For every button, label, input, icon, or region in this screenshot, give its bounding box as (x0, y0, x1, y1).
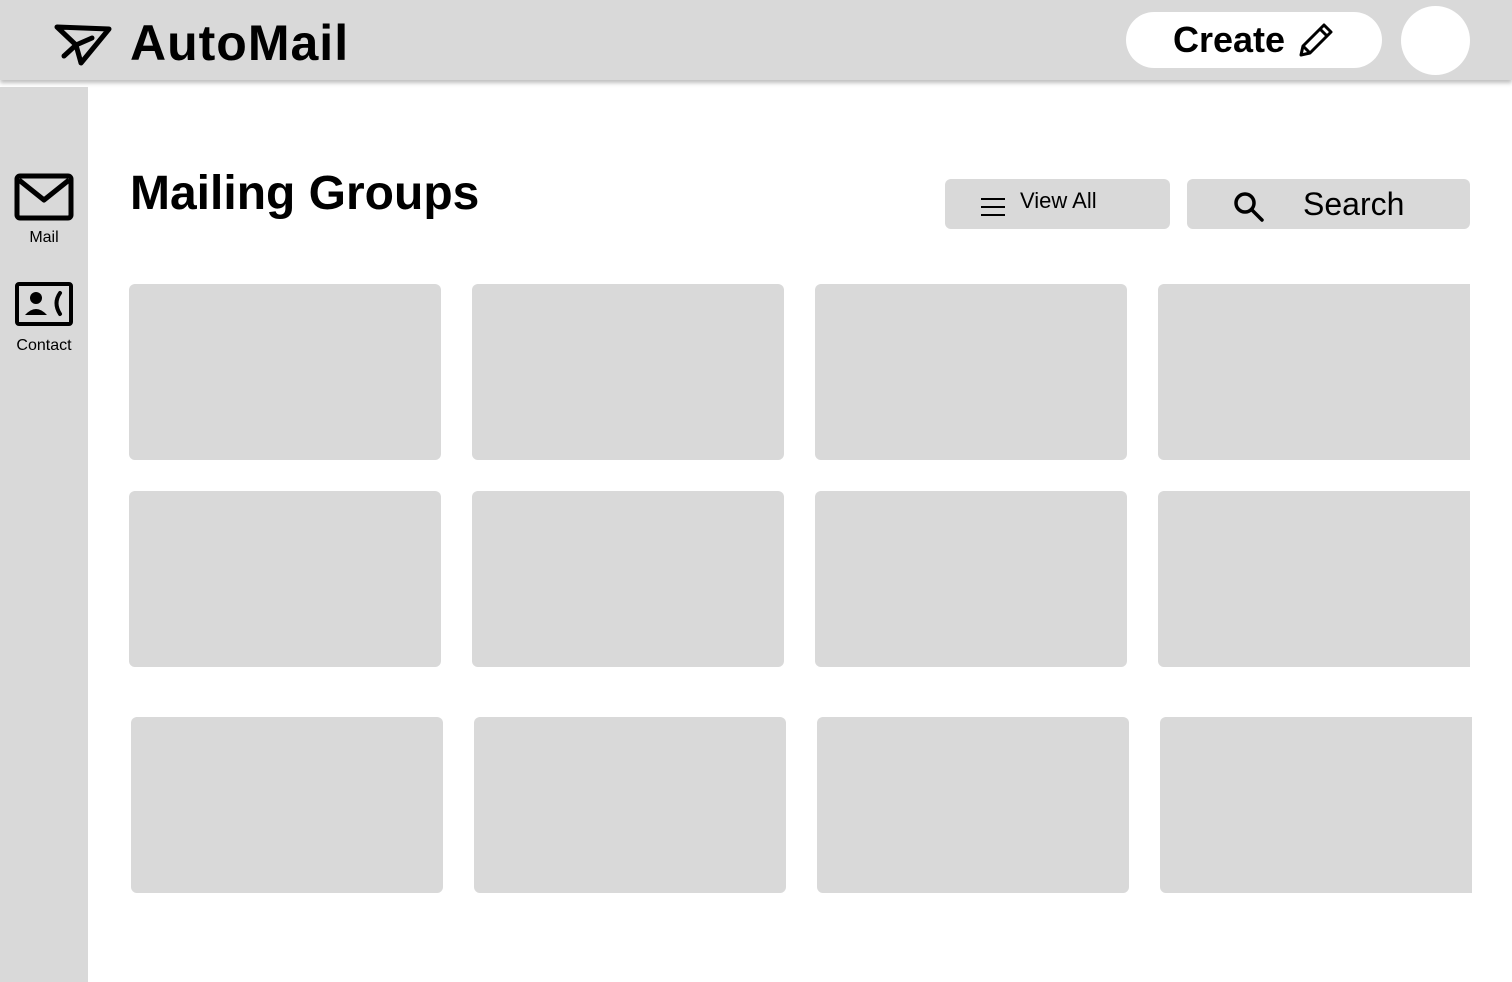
search-input[interactable]: Search (1187, 179, 1470, 229)
top-bar: AutoMail Create (0, 0, 1512, 80)
pencil-icon (1299, 23, 1333, 57)
avatar[interactable] (1401, 6, 1470, 75)
mailing-group-card[interactable] (474, 717, 786, 893)
mailing-group-card[interactable] (1160, 717, 1472, 893)
mailing-group-card[interactable] (472, 491, 784, 667)
sidebar-item-label: Contact (16, 337, 72, 354)
search-placeholder: Search (1303, 185, 1405, 222)
sidebar-item-label: Mail (29, 229, 59, 246)
mailing-group-card[interactable] (1158, 284, 1470, 460)
create-button[interactable]: Create (1126, 12, 1382, 68)
envelope-icon (14, 173, 74, 221)
view-all-button[interactable]: View All (945, 179, 1170, 229)
search-icon (1234, 192, 1264, 222)
mailing-group-card[interactable] (815, 284, 1127, 460)
sidebar-item-contact[interactable]: Contact (0, 281, 88, 355)
contact-card-icon (15, 282, 73, 326)
sidebar-item-mail[interactable]: Mail (0, 173, 88, 247)
mailing-group-card[interactable] (817, 717, 1129, 893)
paper-plane-icon (54, 24, 112, 66)
mailing-group-card[interactable] (129, 491, 441, 667)
app-title: AutoMail (130, 15, 350, 71)
view-all-label: View All (1020, 188, 1097, 213)
mailing-group-card[interactable] (1158, 491, 1470, 667)
app-logo[interactable]: AutoMail (54, 18, 349, 68)
page-title: Mailing Groups (130, 167, 480, 220)
create-button-label: Create (1172, 19, 1286, 60)
sidebar: Mail Contact (0, 87, 88, 982)
menu-icon (981, 198, 1005, 216)
mailing-group-card[interactable] (815, 491, 1127, 667)
mailing-group-card[interactable] (131, 717, 443, 893)
mailing-group-card[interactable] (129, 284, 441, 460)
mailing-group-card[interactable] (472, 284, 784, 460)
